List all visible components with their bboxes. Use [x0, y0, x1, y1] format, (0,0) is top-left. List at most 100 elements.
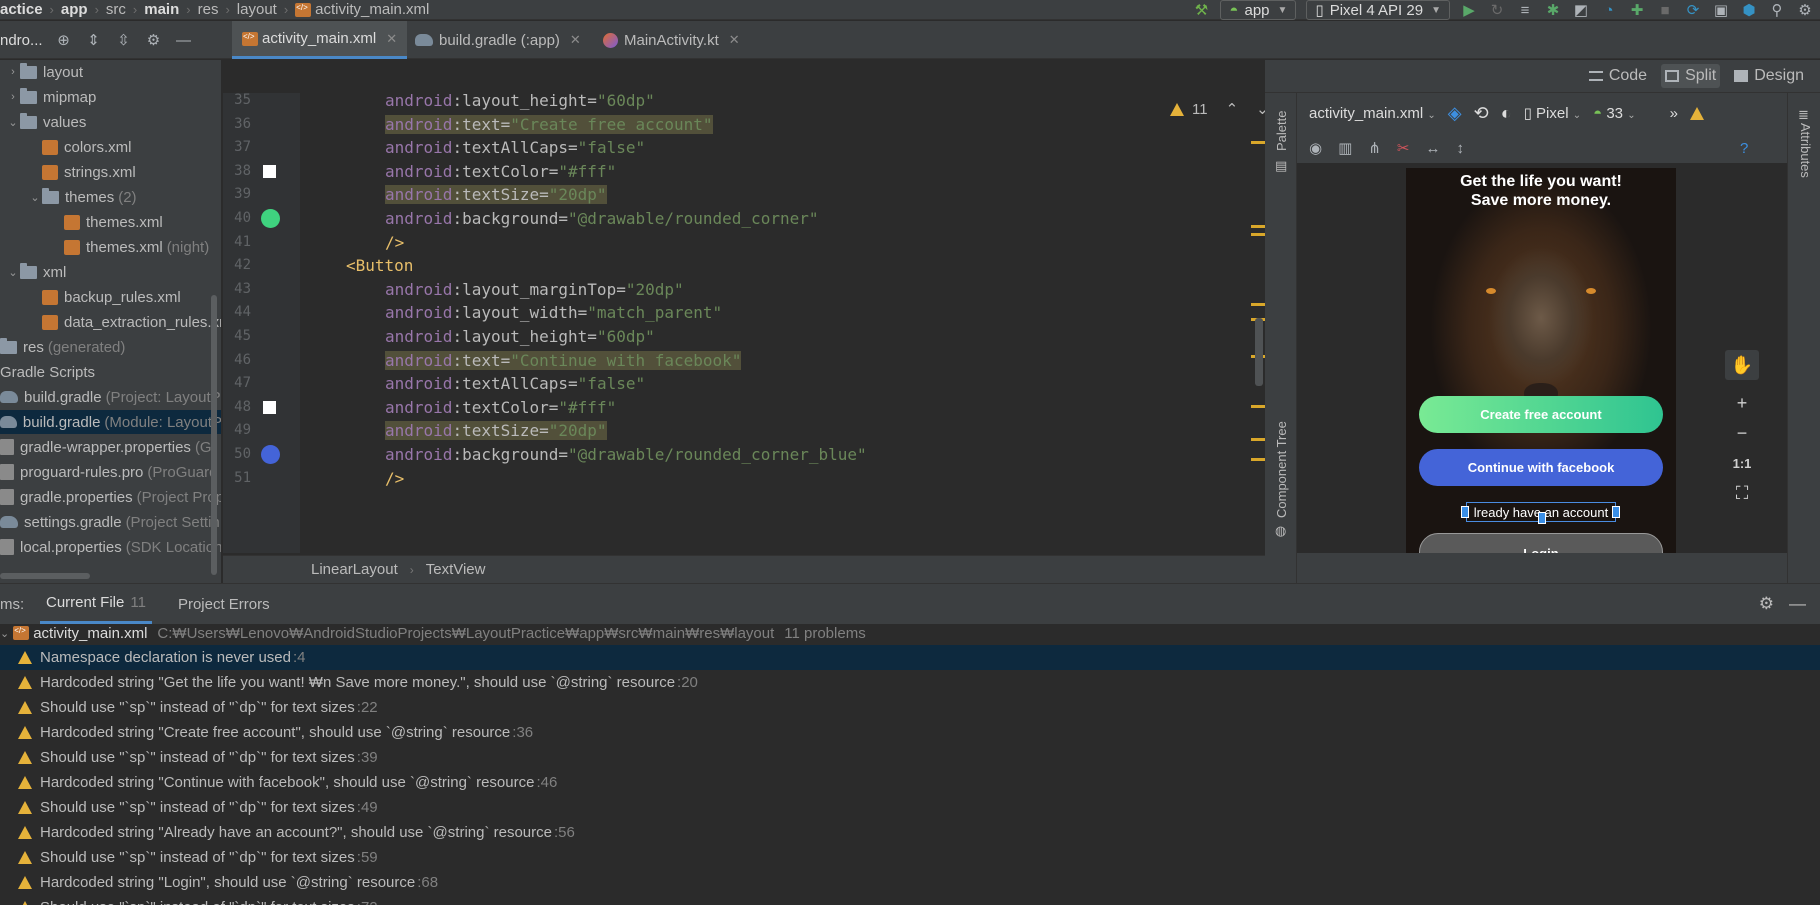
tree-item[interactable]: Gradle Scripts — [0, 360, 95, 384]
breadcrumb-project[interactable]: actice — [0, 1, 43, 18]
preview-facebook-button[interactable]: Continue with facebook — [1419, 449, 1663, 486]
clear-constraints-icon[interactable]: ✂ — [1397, 139, 1410, 157]
magnet-off-icon[interactable]: ⋔ — [1368, 139, 1381, 157]
blueprint-icon[interactable]: ▥ — [1338, 139, 1352, 157]
more-icon[interactable]: » — [1670, 105, 1678, 122]
problem-item[interactable]: Hardcoded string "Continue with facebook… — [0, 770, 1820, 795]
warning-marker[interactable] — [1251, 438, 1265, 441]
horizontal-scrollbar[interactable] — [0, 573, 90, 579]
chevron-up-icon[interactable]: ⌃ — [1226, 100, 1239, 118]
run-icon[interactable]: ▶ — [1460, 1, 1478, 19]
phone-preview[interactable]: Get the life you want! Save more money. … — [1406, 168, 1676, 553]
tree-item[interactable]: themes.xml — [0, 210, 163, 234]
warning-marker[interactable] — [1251, 405, 1265, 408]
tree-item[interactable]: settings.gradle (Project Settin — [0, 510, 220, 534]
vertical-scrollbar[interactable] — [211, 295, 217, 575]
locate-icon[interactable]: ⊕ — [55, 31, 73, 49]
device-select[interactable]: ▯ Pixel 4 API 29 ▼ — [1306, 0, 1450, 20]
chevron-icon[interactable]: ⌄ — [28, 191, 42, 204]
chevron-icon[interactable]: › — [6, 91, 20, 103]
hide-icon[interactable]: — — [1789, 594, 1806, 614]
tree-item[interactable]: backup_rules.xml — [0, 285, 181, 309]
warning-marker[interactable] — [1251, 233, 1265, 236]
tree-item[interactable]: proguard-rules.pro (ProGuard — [0, 460, 217, 484]
design-view-button[interactable]: Design — [1730, 64, 1808, 88]
eye-icon[interactable]: ◉ — [1309, 139, 1322, 157]
gear-icon[interactable]: ⚙ — [1759, 594, 1774, 614]
device-manager-icon[interactable]: ▣ — [1712, 1, 1730, 19]
run-config-select[interactable]: ◓ app ▼ — [1220, 0, 1297, 20]
drawable-preview-icon[interactable] — [261, 209, 280, 228]
zoom-out-icon[interactable]: − — [1725, 418, 1759, 448]
help-icon[interactable]: ? — [1740, 140, 1748, 157]
zoom-to-fit-icon[interactable]: ⛶ — [1725, 478, 1759, 508]
component-tree-tab[interactable]: Component Tree — [1274, 421, 1289, 518]
color-swatch-icon[interactable] — [263, 400, 276, 414]
pan-hand-icon[interactable]: ✋ — [1725, 350, 1759, 380]
tree-item[interactable]: res (generated) — [0, 335, 125, 359]
tree-item[interactable]: ⌄ xml — [0, 260, 66, 284]
tree-item[interactable]: build.gradle (Project: LayoutP — [0, 385, 221, 409]
tree-item[interactable]: data_extraction_rules.xml — [0, 310, 221, 334]
code-line[interactable]: android:background="@drawable/rounded_co… — [385, 441, 867, 468]
problem-item[interactable]: Hardcoded string "Get the life you want!… — [0, 670, 1820, 695]
editor-scrollbar[interactable] — [1255, 318, 1263, 386]
tree-item[interactable]: themes.xml (night) — [0, 235, 209, 259]
tree-item[interactable]: colors.xml — [0, 135, 132, 159]
problem-item[interactable]: Should use "`sp`" instead of "`dp`" for … — [0, 695, 1820, 720]
profile-icon[interactable]: ◔ — [1600, 1, 1618, 19]
attach-debugger-icon[interactable]: ◩ — [1572, 1, 1590, 19]
split-view-button[interactable]: Split — [1661, 64, 1721, 88]
project-view-select[interactable]: ndro... — [0, 32, 43, 49]
tree-item[interactable]: local.properties (SDK Location — [0, 535, 221, 559]
hide-icon[interactable]: — — [175, 31, 193, 49]
orientation-icon[interactable]: ⟲ — [1474, 103, 1489, 124]
problem-item[interactable]: Should use "`sp`" instead of "`dp`" for … — [0, 795, 1820, 820]
resize-handle[interactable] — [1612, 506, 1620, 518]
rerun-icon[interactable]: ↻ — [1488, 1, 1506, 19]
tree-item[interactable]: gradle.properties (Project Prop — [0, 485, 221, 509]
problem-item[interactable]: Hardcoded string "Create free account", … — [0, 720, 1820, 745]
api-select[interactable]: ◓ 33 ⌄ — [1593, 105, 1635, 122]
expand-vertical-icon[interactable]: ↕ — [1456, 140, 1464, 157]
crumb-linearlayout[interactable]: LinearLayout — [311, 561, 398, 578]
problem-item[interactable]: Should use "`sp`" instead of "`dp`" for … — [0, 895, 1820, 905]
expand-all-icon[interactable]: ⇕ — [85, 31, 103, 49]
breadcrumb-src[interactable]: src — [106, 1, 126, 18]
chevron-icon[interactable]: › — [6, 66, 20, 78]
code-view-button[interactable]: Code — [1585, 64, 1651, 88]
preview-login-button[interactable]: Login — [1419, 533, 1663, 553]
attributes-tab[interactable]: Attributes — [1798, 123, 1813, 178]
problems-file-row[interactable]: ⌄ activity_main.xml C:₩Users₩Lenovo₩Andr… — [0, 621, 866, 645]
tree-item[interactable]: ⌄ themes (2) — [0, 185, 137, 209]
device-select[interactable]: ▯ Pixel ⌄ — [1524, 104, 1582, 122]
breadcrumb-app[interactable]: app — [61, 1, 88, 18]
problem-item[interactable]: Should use "`sp`" instead of "`dp`" for … — [0, 845, 1820, 870]
color-swatch-icon[interactable] — [263, 164, 276, 178]
palette-tab[interactable]: Palette — [1274, 111, 1289, 151]
stop-icon[interactable]: ■ — [1656, 1, 1674, 19]
close-icon[interactable]: ✕ — [386, 31, 397, 47]
tree-item[interactable]: › layout — [0, 60, 83, 84]
warning-marker[interactable] — [1251, 225, 1265, 228]
problem-item[interactable]: Hardcoded string "Login", should use `@s… — [0, 870, 1820, 895]
code-line[interactable]: /> — [385, 465, 404, 492]
debug-icon[interactable]: ✱ — [1544, 1, 1562, 19]
warning-marker[interactable] — [1251, 458, 1265, 461]
code-line[interactable]: android:background="@drawable/rounded_co… — [385, 205, 818, 232]
zoom-actual-size[interactable]: 1:1 — [1725, 448, 1759, 478]
breadcrumb-file[interactable]: activity_main.xml — [295, 1, 429, 18]
expand-horizontal-icon[interactable]: ↔ — [1425, 140, 1440, 157]
layout-file-select[interactable]: activity_main.xml ⌄ — [1309, 105, 1436, 122]
code-editor[interactable]: android:layout_height="60dp" android:text… — [300, 93, 1265, 553]
tree-item[interactable]: build.gradle (Module: LayoutP — [0, 410, 221, 434]
gear-icon[interactable]: ⚙ — [145, 31, 163, 49]
collapse-all-icon[interactable]: ⇳ — [115, 31, 133, 49]
build-hammer-icon[interactable]: ⚒ — [1192, 1, 1210, 19]
warning-icon[interactable] — [1689, 106, 1704, 120]
breadcrumb-main[interactable]: main — [144, 1, 179, 18]
tab-build-gradle[interactable]: build.gradle (:app) ✕ — [405, 21, 591, 59]
problem-item[interactable]: Hardcoded string "Already have an accoun… — [0, 820, 1820, 845]
preview-create-button[interactable]: Create free account — [1419, 396, 1663, 433]
night-mode-icon[interactable]: ◐ — [1501, 103, 1512, 124]
